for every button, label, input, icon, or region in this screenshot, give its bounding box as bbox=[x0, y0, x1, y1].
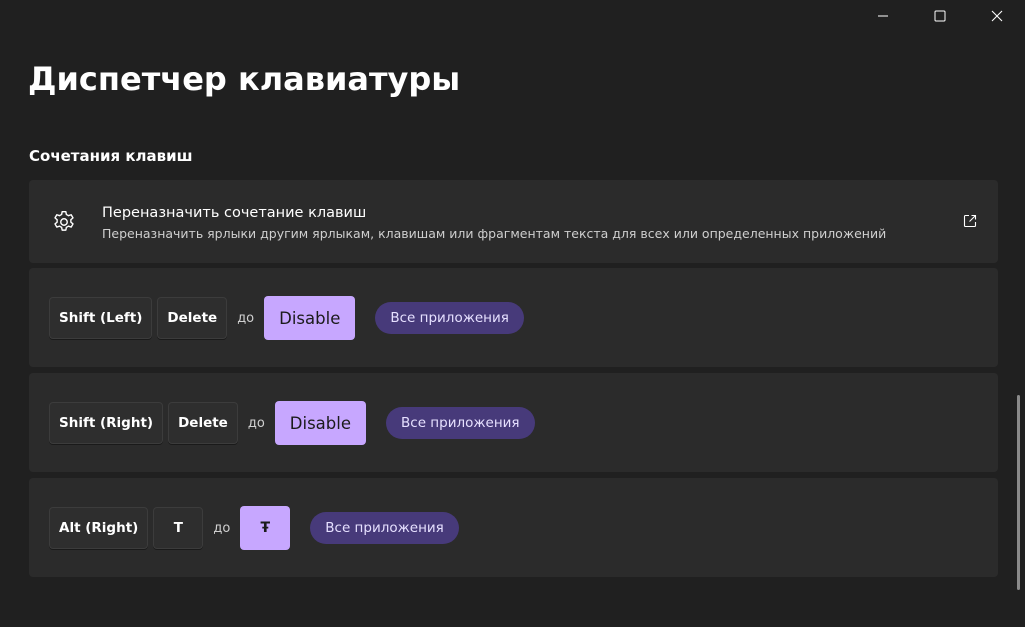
shortcut-mapping: Shift (Right) Delete до Disable Все прил… bbox=[49, 401, 535, 445]
source-key: Delete bbox=[157, 297, 228, 339]
shortcut-row[interactable]: Shift (Left) Delete до Disable Все прило… bbox=[29, 268, 998, 367]
source-key: Delete bbox=[168, 402, 238, 444]
close-button[interactable] bbox=[968, 0, 1025, 32]
external-link-icon[interactable] bbox=[962, 213, 978, 229]
minimize-icon bbox=[877, 15, 888, 17]
close-icon bbox=[991, 10, 1002, 22]
shortcut-mapping: Alt (Right) T до Ŧ Все приложения bbox=[49, 506, 459, 550]
maximize-icon bbox=[934, 10, 945, 22]
maximize-button[interactable] bbox=[911, 0, 968, 32]
minimize-button[interactable] bbox=[854, 0, 911, 32]
page-title: Диспетчер клавиатуры bbox=[28, 60, 461, 98]
remap-shortcut-card[interactable]: Переназначить сочетание клавиш Переназна… bbox=[29, 180, 998, 263]
to-label: до bbox=[247, 415, 265, 431]
section-title: Сочетания клавиш bbox=[29, 147, 193, 165]
app-scope-badge: Все приложения bbox=[386, 407, 535, 439]
target-key: Ŧ bbox=[240, 506, 291, 550]
remap-description: Переназначить ярлыки другим ярлыкам, кла… bbox=[102, 226, 887, 241]
app-scope-badge: Все приложения bbox=[375, 302, 524, 334]
source-key: Alt (Right) bbox=[49, 507, 149, 549]
remap-title: Переназначить сочетание клавиш bbox=[102, 205, 367, 221]
to-label: до bbox=[213, 520, 231, 536]
shortcut-row[interactable]: Alt (Right) T до Ŧ Все приложения bbox=[29, 478, 998, 577]
source-key: Shift (Left) bbox=[49, 297, 153, 339]
to-label: до bbox=[237, 310, 255, 326]
keyboard-manager-window: Диспетчер клавиатуры Сочетания клавиш Пе… bbox=[0, 0, 1025, 627]
target-key: Disable bbox=[264, 296, 356, 340]
source-key: T bbox=[153, 507, 204, 549]
window-controls bbox=[854, 0, 1025, 32]
remap-text: Переназначить сочетание клавиш Переназна… bbox=[102, 204, 886, 243]
shortcut-row[interactable]: Shift (Right) Delete до Disable Все прил… bbox=[29, 373, 998, 472]
source-key: Shift (Right) bbox=[49, 402, 164, 444]
target-key: Disable bbox=[274, 401, 367, 445]
scrollbar[interactable] bbox=[1017, 395, 1020, 590]
shortcut-mapping: Shift (Left) Delete до Disable Все прило… bbox=[49, 296, 524, 340]
app-scope-badge: Все приложения bbox=[310, 512, 459, 544]
gear-icon bbox=[54, 211, 74, 231]
